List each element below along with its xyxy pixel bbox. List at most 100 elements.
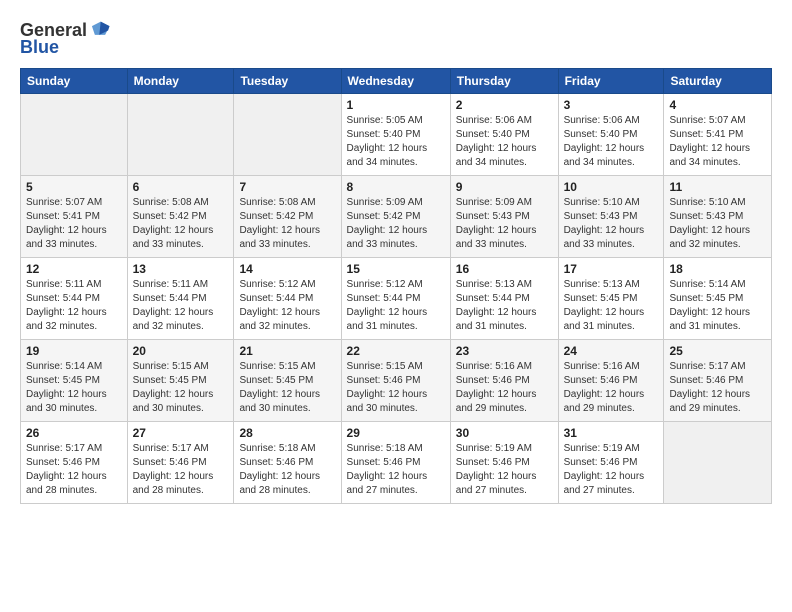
calendar-cell: 6 Sunrise: 5:08 AMSunset: 5:42 PMDaylight… [127, 176, 234, 258]
day-info: Sunrise: 5:17 AMSunset: 5:46 PMDaylight:… [669, 360, 766, 416]
day-number: 22 [347, 344, 445, 358]
calendar-cell: 3 Sunrise: 5:06 AMSunset: 5:40 PMDaylight… [558, 94, 664, 176]
day-number: 11 [669, 180, 766, 194]
day-number: 27 [133, 426, 229, 440]
day-number: 25 [669, 344, 766, 358]
day-info: Sunrise: 5:10 AMSunset: 5:43 PMDaylight:… [669, 196, 766, 252]
day-info: Sunrise: 5:09 AMSunset: 5:43 PMDaylight:… [456, 196, 553, 252]
calendar-cell: 13 Sunrise: 5:11 AMSunset: 5:44 PMDayligh… [127, 258, 234, 340]
day-info: Sunrise: 5:16 AMSunset: 5:46 PMDaylight:… [456, 360, 553, 416]
calendar-cell: 30 Sunrise: 5:19 AMSunset: 5:46 PMDayligh… [450, 422, 558, 504]
calendar-cell: 12Sunrise: 5:11 AMSunset: 5:44 PMDayligh… [21, 258, 128, 340]
day-number: 23 [456, 344, 553, 358]
day-info: Sunrise: 5:07 AMSunset: 5:41 PMDaylight:… [26, 196, 122, 252]
calendar-cell: 1Sunrise: 5:05 AMSunset: 5:40 PMDaylight… [341, 94, 450, 176]
calendar-cell: 5 Sunrise: 5:07 AMSunset: 5:41 PMDaylight… [21, 176, 128, 258]
day-number: 7 [239, 180, 335, 194]
calendar-cell: 20 Sunrise: 5:15 AMSunset: 5:45 PMDayligh… [127, 340, 234, 422]
calendar-cell: 25 Sunrise: 5:17 AMSunset: 5:46 PMDayligh… [664, 340, 772, 422]
day-number: 20 [133, 344, 229, 358]
day-number: 14 [239, 262, 335, 276]
logo-icon [89, 18, 111, 40]
calendar-cell: 29 Sunrise: 5:18 AMSunset: 5:46 PMDayligh… [341, 422, 450, 504]
day-number: 8 [347, 180, 445, 194]
day-info: Sunrise: 5:14 AMSunset: 5:45 PMDaylight:… [669, 278, 766, 334]
day-number: 17 [564, 262, 659, 276]
calendar-cell [664, 422, 772, 504]
calendar-cell [234, 94, 341, 176]
calendar-week-row: 12Sunrise: 5:11 AMSunset: 5:44 PMDayligh… [21, 258, 772, 340]
day-info: Sunrise: 5:10 AMSunset: 5:43 PMDaylight:… [564, 196, 659, 252]
calendar-cell: 28 Sunrise: 5:18 AMSunset: 5:46 PMDayligh… [234, 422, 341, 504]
calendar-week-row: 5 Sunrise: 5:07 AMSunset: 5:41 PMDaylight… [21, 176, 772, 258]
day-number: 15 [347, 262, 445, 276]
day-info: Sunrise: 5:19 AMSunset: 5:46 PMDaylight:… [564, 442, 659, 498]
day-number: 9 [456, 180, 553, 194]
day-number: 10 [564, 180, 659, 194]
day-number: 26 [26, 426, 122, 440]
calendar-cell [21, 94, 128, 176]
weekday-header-row: SundayMondayTuesdayWednesdayThursdayFrid… [21, 69, 772, 94]
day-info: Sunrise: 5:07 AMSunset: 5:41 PMDaylight:… [669, 114, 766, 170]
calendar-cell: 4 Sunrise: 5:07 AMSunset: 5:41 PMDaylight… [664, 94, 772, 176]
calendar-cell: 8 Sunrise: 5:09 AMSunset: 5:42 PMDaylight… [341, 176, 450, 258]
calendar-cell: 31 Sunrise: 5:19 AMSunset: 5:46 PMDayligh… [558, 422, 664, 504]
day-info: Sunrise: 5:06 AMSunset: 5:40 PMDaylight:… [456, 114, 553, 170]
calendar-cell: 21 Sunrise: 5:15 AMSunset: 5:45 PMDayligh… [234, 340, 341, 422]
calendar-cell: 7 Sunrise: 5:08 AMSunset: 5:42 PMDaylight… [234, 176, 341, 258]
day-info: Sunrise: 5:12 AMSunset: 5:44 PMDaylight:… [239, 278, 335, 334]
day-info: Sunrise: 5:19 AMSunset: 5:46 PMDaylight:… [456, 442, 553, 498]
calendar-week-row: 26 Sunrise: 5:17 AMSunset: 5:46 PMDayligh… [21, 422, 772, 504]
day-info: Sunrise: 5:15 AMSunset: 5:46 PMDaylight:… [347, 360, 445, 416]
calendar-cell: 14 Sunrise: 5:12 AMSunset: 5:44 PMDayligh… [234, 258, 341, 340]
main-container: General Blue SundayMondayTuesdayWednesda… [0, 0, 792, 514]
day-number: 18 [669, 262, 766, 276]
day-info: Sunrise: 5:15 AMSunset: 5:45 PMDaylight:… [133, 360, 229, 416]
day-info: Sunrise: 5:13 AMSunset: 5:44 PMDaylight:… [456, 278, 553, 334]
calendar-cell: 24Sunrise: 5:16 AMSunset: 5:46 PMDayligh… [558, 340, 664, 422]
weekday-header-thursday: Thursday [450, 69, 558, 94]
day-number: 3 [564, 98, 659, 112]
calendar-cell: 18 Sunrise: 5:14 AMSunset: 5:45 PMDayligh… [664, 258, 772, 340]
calendar-week-row: 19 Sunrise: 5:14 AMSunset: 5:45 PMDayligh… [21, 340, 772, 422]
calendar-cell: 11 Sunrise: 5:10 AMSunset: 5:43 PMDayligh… [664, 176, 772, 258]
weekday-header-tuesday: Tuesday [234, 69, 341, 94]
day-info: Sunrise: 5:14 AMSunset: 5:45 PMDaylight:… [26, 360, 122, 416]
day-info: Sunrise: 5:11 AMSunset: 5:44 PMDaylight:… [26, 278, 122, 334]
calendar-cell: 10 Sunrise: 5:10 AMSunset: 5:43 PMDayligh… [558, 176, 664, 258]
calendar-cell: 19 Sunrise: 5:14 AMSunset: 5:45 PMDayligh… [21, 340, 128, 422]
calendar-cell: 17 Sunrise: 5:13 AMSunset: 5:45 PMDayligh… [558, 258, 664, 340]
day-info: Sunrise: 5:09 AMSunset: 5:42 PMDaylight:… [347, 196, 445, 252]
day-info: Sunrise: 5:17 AMSunset: 5:46 PMDaylight:… [133, 442, 229, 498]
calendar-cell [127, 94, 234, 176]
day-number: 13 [133, 262, 229, 276]
day-info: Sunrise: 5:12 AMSunset: 5:44 PMDaylight:… [347, 278, 445, 334]
day-number: 16 [456, 262, 553, 276]
day-info: Sunrise: 5:06 AMSunset: 5:40 PMDaylight:… [564, 114, 659, 170]
weekday-header-sunday: Sunday [21, 69, 128, 94]
day-info: Sunrise: 5:18 AMSunset: 5:46 PMDaylight:… [347, 442, 445, 498]
day-info: Sunrise: 5:15 AMSunset: 5:45 PMDaylight:… [239, 360, 335, 416]
day-number: 6 [133, 180, 229, 194]
calendar-cell: 16 Sunrise: 5:13 AMSunset: 5:44 PMDayligh… [450, 258, 558, 340]
day-number: 4 [669, 98, 766, 112]
day-info: Sunrise: 5:13 AMSunset: 5:45 PMDaylight:… [564, 278, 659, 334]
calendar-cell: 9 Sunrise: 5:09 AMSunset: 5:43 PMDaylight… [450, 176, 558, 258]
calendar-cell: 15 Sunrise: 5:12 AMSunset: 5:44 PMDayligh… [341, 258, 450, 340]
weekday-header-wednesday: Wednesday [341, 69, 450, 94]
day-number: 29 [347, 426, 445, 440]
day-info: Sunrise: 5:18 AMSunset: 5:46 PMDaylight:… [239, 442, 335, 498]
header: General Blue [20, 16, 772, 58]
day-number: 1 [347, 98, 445, 112]
day-info: Sunrise: 5:08 AMSunset: 5:42 PMDaylight:… [239, 196, 335, 252]
day-number: 5 [26, 180, 122, 194]
day-number: 30 [456, 426, 553, 440]
day-number: 21 [239, 344, 335, 358]
day-info: Sunrise: 5:11 AMSunset: 5:44 PMDaylight:… [133, 278, 229, 334]
day-number: 2 [456, 98, 553, 112]
day-number: 31 [564, 426, 659, 440]
day-info: Sunrise: 5:08 AMSunset: 5:42 PMDaylight:… [133, 196, 229, 252]
day-number: 19 [26, 344, 122, 358]
day-number: 28 [239, 426, 335, 440]
weekday-header-saturday: Saturday [664, 69, 772, 94]
